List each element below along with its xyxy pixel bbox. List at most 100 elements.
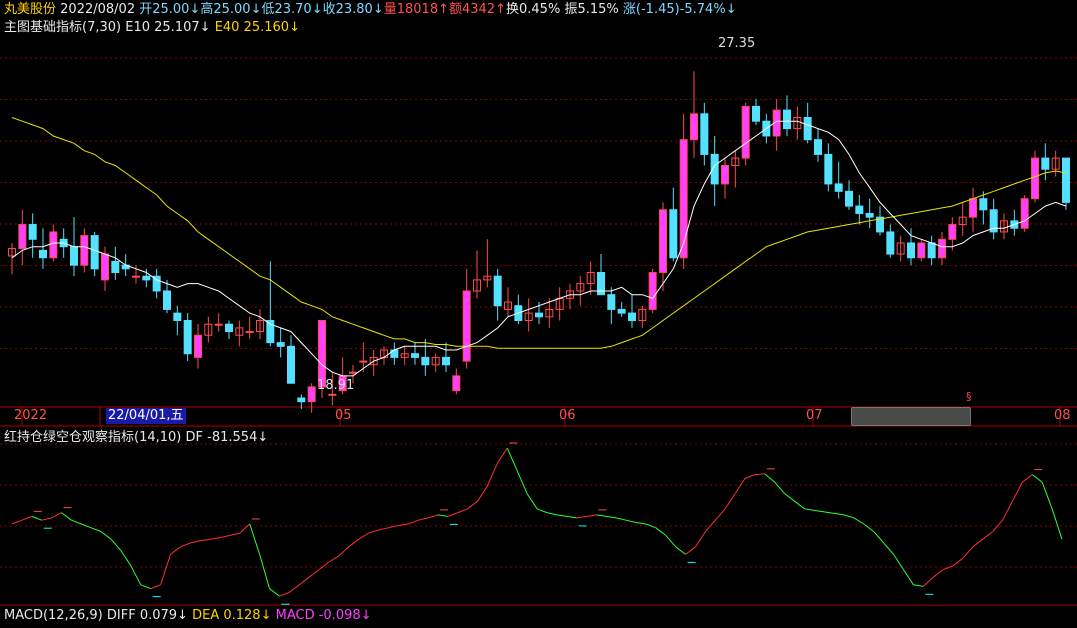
change: 涨(-1.45)-5.74% — [622, 2, 726, 17]
oscillator-segment — [734, 478, 746, 494]
oscillator-segment — [259, 554, 271, 589]
oscillator-segment — [546, 512, 557, 516]
candle-body — [462, 290, 471, 362]
oscillator-segment — [318, 561, 330, 570]
oscillator-segment — [586, 514, 597, 517]
candle-body — [101, 253, 109, 281]
candle-body — [803, 117, 812, 141]
low-arrow: ↓ — [311, 2, 323, 17]
oscillator-segment — [714, 508, 726, 521]
quote-date: 2022/08/02 — [60, 2, 136, 17]
chart-svg[interactable] — [0, 0, 1077, 624]
df-arrow: ↓ — [257, 430, 269, 445]
oscillator-segment — [873, 531, 885, 544]
main-indicator-name[interactable]: 主图基础指标(7,30) — [4, 20, 121, 35]
candle-body — [690, 113, 698, 141]
turnover: 换0.45% — [506, 2, 561, 17]
candle-body — [132, 275, 140, 278]
oscillator-segment — [140, 584, 151, 590]
cursor-date: 22/04/01,五 — [106, 408, 186, 424]
oscillator-segment — [368, 529, 379, 534]
candle-body — [214, 323, 223, 326]
candle-body — [969, 198, 977, 218]
oscillator-segment — [1022, 474, 1033, 483]
oscillator-segment — [210, 537, 221, 540]
oscillator-segment — [496, 447, 508, 464]
oscillator-segment — [665, 535, 677, 548]
df-label: DF — [185, 430, 204, 445]
candle-body — [452, 375, 461, 392]
candle-body — [307, 386, 316, 403]
candle-body — [90, 235, 99, 270]
candle-body — [679, 139, 688, 259]
candle-body — [907, 242, 915, 259]
candles — [8, 71, 1070, 413]
oscillator-segment — [190, 540, 201, 544]
sub-indicator-name[interactable]: 红持仓绿空仓观察指标(14,10) — [4, 430, 181, 445]
oscillator-segment — [457, 508, 468, 514]
oscillator-segment — [883, 542, 894, 555]
oscillator-segment — [685, 546, 696, 555]
oscillator-segment — [308, 569, 320, 578]
candle-body — [721, 164, 729, 185]
oscillator-segment — [219, 534, 231, 539]
oscillator-segment — [348, 538, 360, 548]
candle-body — [535, 312, 543, 318]
amplitude: 振5.15% — [564, 2, 619, 17]
oscillator-segment — [51, 512, 62, 519]
oscillator-segment — [576, 515, 587, 519]
candle-body — [938, 238, 946, 259]
oscillator-segment — [180, 542, 191, 548]
oscillator-segment — [556, 514, 567, 517]
candle-body — [245, 331, 254, 334]
oscillator-segment — [824, 511, 835, 514]
oscillator — [11, 442, 1063, 605]
oscillator-segment — [289, 584, 300, 593]
candle-body — [183, 319, 192, 355]
oscillator-segment — [566, 515, 577, 519]
oscillator-segment — [418, 517, 429, 521]
oscillator-segment — [11, 519, 23, 525]
chart-canvas[interactable]: 丸美股份 2022/08/02 开25.00↓高25.00↓低23.70↓收23… — [0, 0, 1077, 624]
candle-body — [834, 183, 843, 192]
candle-body — [18, 224, 27, 250]
oscillator-segment — [516, 470, 528, 494]
oscillator-segment — [774, 481, 786, 494]
stock-name[interactable]: 丸美股份 — [4, 2, 56, 17]
candle-body — [493, 275, 502, 307]
e10-arrow: ↓ — [199, 20, 211, 35]
diff-value: 0.079 — [139, 608, 178, 623]
oscillator-segment — [843, 514, 855, 519]
oscillator-segment — [834, 512, 845, 516]
oscillator-segment — [160, 554, 171, 585]
oscillator-segment — [338, 546, 350, 557]
amount: 额4342 — [449, 2, 496, 17]
oscillator-segment — [200, 538, 211, 542]
dea-value: 0.128 — [223, 608, 261, 623]
oscillator-segment — [388, 525, 399, 529]
scroll-thumb[interactable] — [851, 407, 971, 426]
oscillator-segment — [358, 532, 369, 540]
oscillator-segment — [754, 473, 765, 476]
oscillator-segment — [913, 584, 924, 587]
candle-body — [617, 308, 626, 314]
candle-body — [1031, 157, 1039, 200]
oscillator-segment — [536, 508, 548, 514]
oscillator-segment — [447, 512, 458, 517]
candle-body — [287, 345, 295, 384]
candle-body — [607, 294, 616, 310]
dea-label: DEA — [192, 608, 220, 623]
month-label-08: 08 — [1054, 408, 1071, 423]
oscillator-segment — [427, 514, 439, 519]
oscillator-segment — [506, 447, 518, 471]
oscillator-segment — [170, 546, 181, 555]
oscillator-segment — [814, 509, 825, 513]
macd-name[interactable]: MACD(12,26,9) — [4, 608, 103, 623]
event-marker[interactable]: § — [966, 390, 972, 403]
macd-value: -0.098 — [318, 608, 361, 623]
grid — [0, 57, 1077, 606]
oscillator-segment — [695, 531, 706, 548]
oscillator-segment — [249, 523, 261, 555]
candle-body — [39, 249, 47, 259]
oscillator-segment — [724, 493, 736, 510]
